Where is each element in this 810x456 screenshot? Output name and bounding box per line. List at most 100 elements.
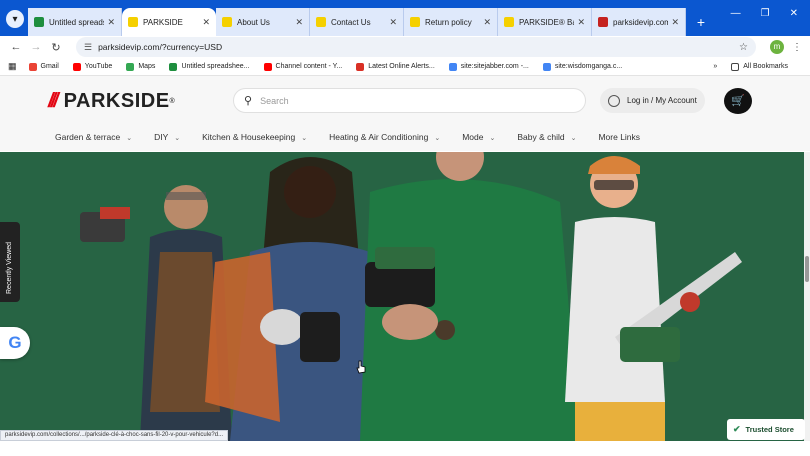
tab-close-icon[interactable]: ✕ <box>202 17 210 28</box>
scroll-thumb[interactable] <box>805 256 809 282</box>
tab-label: About Us <box>237 17 270 27</box>
nav-item[interactable]: DIY ⌄ <box>154 132 180 142</box>
url-text: parksidevip.com/?currency=USD <box>98 42 223 52</box>
bookmark-star-icon[interactable]: ☆ <box>739 42 748 53</box>
bookmark-label: Untitled spreadshee... <box>181 63 250 70</box>
nav-item[interactable]: Heating & Air Conditioning ⌄ <box>329 132 440 142</box>
nav-item[interactable]: Baby & child ⌄ <box>517 132 576 142</box>
bookmark-item[interactable]: Maps <box>126 62 156 71</box>
close-window-icon[interactable]: ✕ <box>790 8 798 19</box>
search-icon: ⚲ <box>244 95 253 107</box>
new-tab-plus-icon[interactable]: + <box>692 13 710 31</box>
tab-label: Contact Us <box>331 17 371 27</box>
login-button[interactable]: Log in / My Account <box>600 88 705 113</box>
bookmark-item[interactable]: Channel content - Y... <box>263 62 342 71</box>
registered-mark: ® <box>169 98 175 105</box>
reload-icon[interactable]: ↻ <box>46 41 66 54</box>
tab-close-icon[interactable]: ✕ <box>483 17 491 28</box>
hero-banner[interactable] <box>0 152 804 441</box>
nav-item[interactable]: More Links <box>598 132 640 142</box>
tab-label: PARKSIDE® Batt <box>519 17 574 27</box>
nav-item-label: Baby & child <box>517 132 565 142</box>
bookmark-item[interactable]: Untitled spreadshee... <box>169 62 250 71</box>
bookmarks-bar: ▦ Gmail YouTube Maps Untitled spreadshee...… <box>0 58 810 76</box>
minimize-icon[interactable]: — <box>731 8 741 19</box>
chevron-down-icon: ⌄ <box>301 135 308 142</box>
browser-tab[interactable]: Untitled spreads ✕ <box>28 8 122 36</box>
nav-item-label: More Links <box>598 132 641 142</box>
search-placeholder: Search <box>260 95 289 106</box>
profile-avatar[interactable]: m <box>770 40 784 54</box>
tab-strip: ▾ Untitled spreads ✕ PARKSIDE ✕ About Us ✕ Con… <box>0 0 810 36</box>
chevron-down-icon: ⌄ <box>489 135 496 142</box>
browser-toolbar: ← → ↻ ☰ parksidevip.com/?currency=USD ☆ … <box>0 36 810 58</box>
nav-item-label: DIY <box>154 132 169 142</box>
tab-close-icon[interactable]: ✕ <box>295 17 303 28</box>
restore-icon[interactable]: ❐ <box>761 8 770 19</box>
nav-item[interactable]: Kitchen & Housekeeping ⌄ <box>202 132 307 142</box>
nav-item[interactable]: Garden & terrace ⌄ <box>55 132 132 142</box>
bookmark-favicon-icon <box>356 62 365 71</box>
forward-arrow-icon[interactable]: → <box>26 41 46 53</box>
bookmark-favicon-icon <box>542 62 551 71</box>
chevron-down-icon: ⌄ <box>126 135 133 142</box>
cart-icon: 🛒 <box>731 95 745 107</box>
bookmark-favicon-icon <box>169 62 178 71</box>
bookmark-favicon-icon <box>72 62 81 71</box>
all-bookmarks-folder[interactable]: All Bookmarks <box>731 62 788 71</box>
recently-viewed-tab[interactable]: Recently Viewed <box>0 222 20 302</box>
hand-cursor-icon <box>356 360 366 374</box>
browser-tab[interactable]: PARKSIDE ✕ <box>122 8 216 36</box>
bookmark-favicon-icon <box>28 62 37 71</box>
browser-tab[interactable]: Contact Us ✕ <box>310 8 404 36</box>
bookmark-label: Maps <box>138 63 156 70</box>
tab-label: PARKSIDE <box>143 17 183 27</box>
bookmark-item[interactable]: YouTube <box>72 62 112 71</box>
bookmark-item[interactable]: Gmail <box>28 62 59 71</box>
tab-favicon-icon <box>410 17 420 27</box>
bookmark-item[interactable]: site:wisdomganga.c... <box>542 62 622 71</box>
nav-item-label: Kitchen & Housekeeping <box>202 132 296 142</box>
category-nav: Garden & terrace ⌄ DIY ⌄ Kitchen & Housekeep… <box>55 132 662 142</box>
tab-label: parksidevip.com <box>613 17 669 27</box>
tab-search-chevron-icon[interactable]: ▾ <box>6 10 24 28</box>
logo-bars-icon: /// <box>48 90 59 112</box>
browser-menu-icon[interactable]: ⋮ <box>792 42 802 53</box>
tab-favicon-icon <box>128 17 138 27</box>
page-scrollbar[interactable] <box>804 152 810 441</box>
shield-check-icon: ✔ <box>733 424 741 434</box>
recently-viewed-label: Recently Viewed <box>6 241 13 294</box>
nav-item[interactable]: Mode ⌄ <box>462 132 495 142</box>
folder-icon <box>731 62 740 71</box>
tab-close-icon[interactable]: ✕ <box>671 17 679 28</box>
site-info-icon[interactable]: ☰ <box>84 42 92 53</box>
nav-item-label: Heating & Air Conditioning <box>329 132 429 142</box>
browser-tab[interactable]: parksidevip.com ✕ <box>592 8 686 36</box>
nav-item-label: Garden & terrace <box>55 132 121 142</box>
bookmark-item[interactable]: Latest Online Alerts... <box>356 62 435 71</box>
address-bar[interactable]: ☰ parksidevip.com/?currency=USD ☆ <box>76 37 756 57</box>
search-box[interactable]: ⚲ Search <box>233 88 586 113</box>
trusted-store-label: Trusted Store <box>745 425 794 434</box>
login-label: Log in / My Account <box>627 96 697 105</box>
bookmark-list: Gmail YouTube Maps Untitled spreadshee... Ch… <box>28 62 637 71</box>
bookmark-item[interactable]: site:sitejabber.com -... <box>448 62 529 71</box>
all-bookmarks-label: All Bookmarks <box>743 63 788 70</box>
bookmark-label: Latest Online Alerts... <box>368 63 435 70</box>
browser-tab[interactable]: About Us ✕ <box>216 8 310 36</box>
bookmark-label: Gmail <box>40 63 59 70</box>
site-header: /// PARKSIDE ® ⚲ Search Log in / My Accou… <box>0 76 810 151</box>
cart-button[interactable]: 🛒 <box>724 88 752 114</box>
tab-close-icon[interactable]: ✕ <box>577 17 585 28</box>
tab-close-icon[interactable]: ✕ <box>389 17 397 28</box>
tab-label: Return policy <box>425 17 472 27</box>
browser-tab[interactable]: Return policy ✕ <box>404 8 498 36</box>
more-bookmarks-icon[interactable]: » <box>713 63 717 70</box>
trusted-store-badge[interactable]: ✔ Trusted Store <box>727 419 805 440</box>
browser-tab[interactable]: PARKSIDE® Batt✕ <box>498 8 592 36</box>
tab-close-icon[interactable]: ✕ <box>107 17 115 28</box>
parkside-logo[interactable]: /// PARKSIDE ® <box>48 90 175 113</box>
apps-grid-icon[interactable]: ▦ <box>8 61 17 72</box>
back-arrow-icon[interactable]: ← <box>6 41 26 53</box>
link-status-bar: parksidevip.com/collections/.../parkside… <box>0 430 229 441</box>
